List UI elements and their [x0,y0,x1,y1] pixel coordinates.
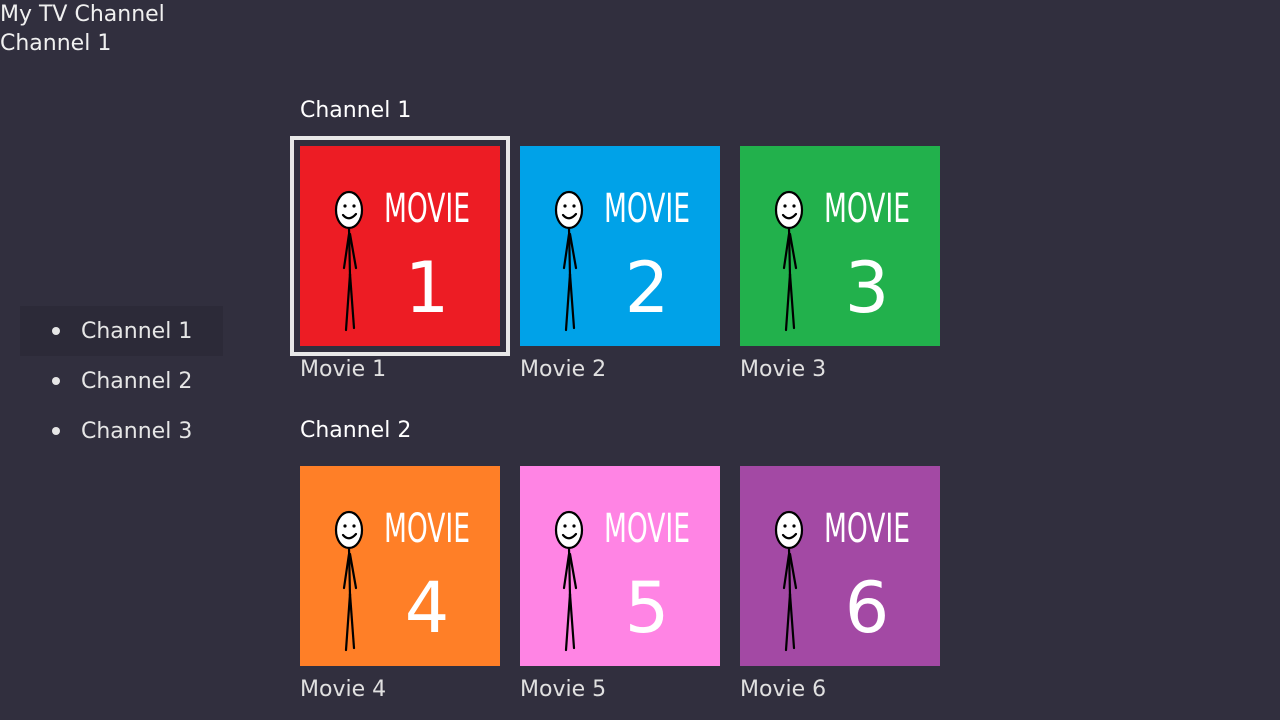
bullet-icon [52,377,60,385]
movie-poster: MOVIE 5 [520,466,720,666]
poster-background [740,466,940,666]
poster-background [300,466,500,666]
poster-number: 5 [625,567,670,649]
poster-art: MOVIE 4 [300,466,500,666]
movie-poster: MOVIE 6 [740,466,940,666]
poster-word: MOVIE [604,186,690,232]
movie-tile-2[interactable]: MOVIE 2 Movie 2 [520,146,720,382]
sidebar-item-label: Channel 3 [81,418,193,444]
poster-word: MOVIE [824,186,910,232]
movie-title: Movie 4 [300,677,387,702]
movie-title: Movie 5 [520,677,607,702]
movie-title: Movie 1 [300,357,387,382]
poster-word: MOVIE [824,506,910,552]
row-title: Channel 2 [300,418,412,443]
sidebar-item-channel-2[interactable]: Channel 2 [20,356,223,406]
poster-art: MOVIE 5 [520,466,720,666]
poster-number: 3 [845,247,890,329]
sidebar-item-channel-3[interactable]: Channel 3 [20,406,223,456]
movie-tile-5[interactable]: MOVIE 5 Movie 5 [520,466,720,702]
poster-background [740,146,940,346]
movie-poster: MOVIE 2 [520,146,720,346]
movie-poster: MOVIE 4 [300,466,500,666]
movie-tile-3[interactable]: MOVIE 3 Movie 3 [740,146,940,382]
poster-background [300,146,500,346]
poster-background [520,466,720,666]
poster-art: MOVIE 1 [300,146,500,346]
poster-word: MOVIE [384,506,470,552]
poster-art: MOVIE 2 [520,146,720,346]
poster-art: MOVIE 3 [740,146,940,346]
row-title: Channel 1 [300,98,412,123]
movie-tile-4[interactable]: MOVIE 4 Movie 4 [300,466,500,702]
sidebar-item-channel-1[interactable]: Channel 1 [20,306,223,356]
bullet-icon [52,327,60,335]
movie-poster: MOVIE 1 [300,146,500,346]
poster-word: MOVIE [604,506,690,552]
channel-list: Channel 1 Channel 2 Channel 3 [20,306,223,456]
movie-tile-1[interactable]: MOVIE 1 Movie 1 [300,146,500,382]
movie-title: Movie 2 [520,357,607,382]
poster-number: 2 [625,247,670,329]
poster-art: MOVIE 6 [740,466,940,666]
movie-poster: MOVIE 3 [740,146,940,346]
sidebar-item-label: Channel 1 [81,318,193,344]
app-title: My TV Channel [0,2,165,27]
movie-title: Movie 3 [740,357,827,382]
poster-background [520,146,720,346]
poster-number: 6 [845,567,890,649]
poster-word: MOVIE [384,186,470,232]
bullet-icon [52,427,60,435]
movie-title: Movie 6 [740,677,827,702]
movie-tile-6[interactable]: MOVIE 6 Movie 6 [740,466,940,702]
poster-number: 1 [405,247,450,329]
sidebar-item-label: Channel 2 [81,368,193,394]
poster-number: 4 [405,567,450,649]
current-channel-label: Channel 1 [0,31,112,56]
app-header: My TV Channel Channel 1 [0,0,165,58]
